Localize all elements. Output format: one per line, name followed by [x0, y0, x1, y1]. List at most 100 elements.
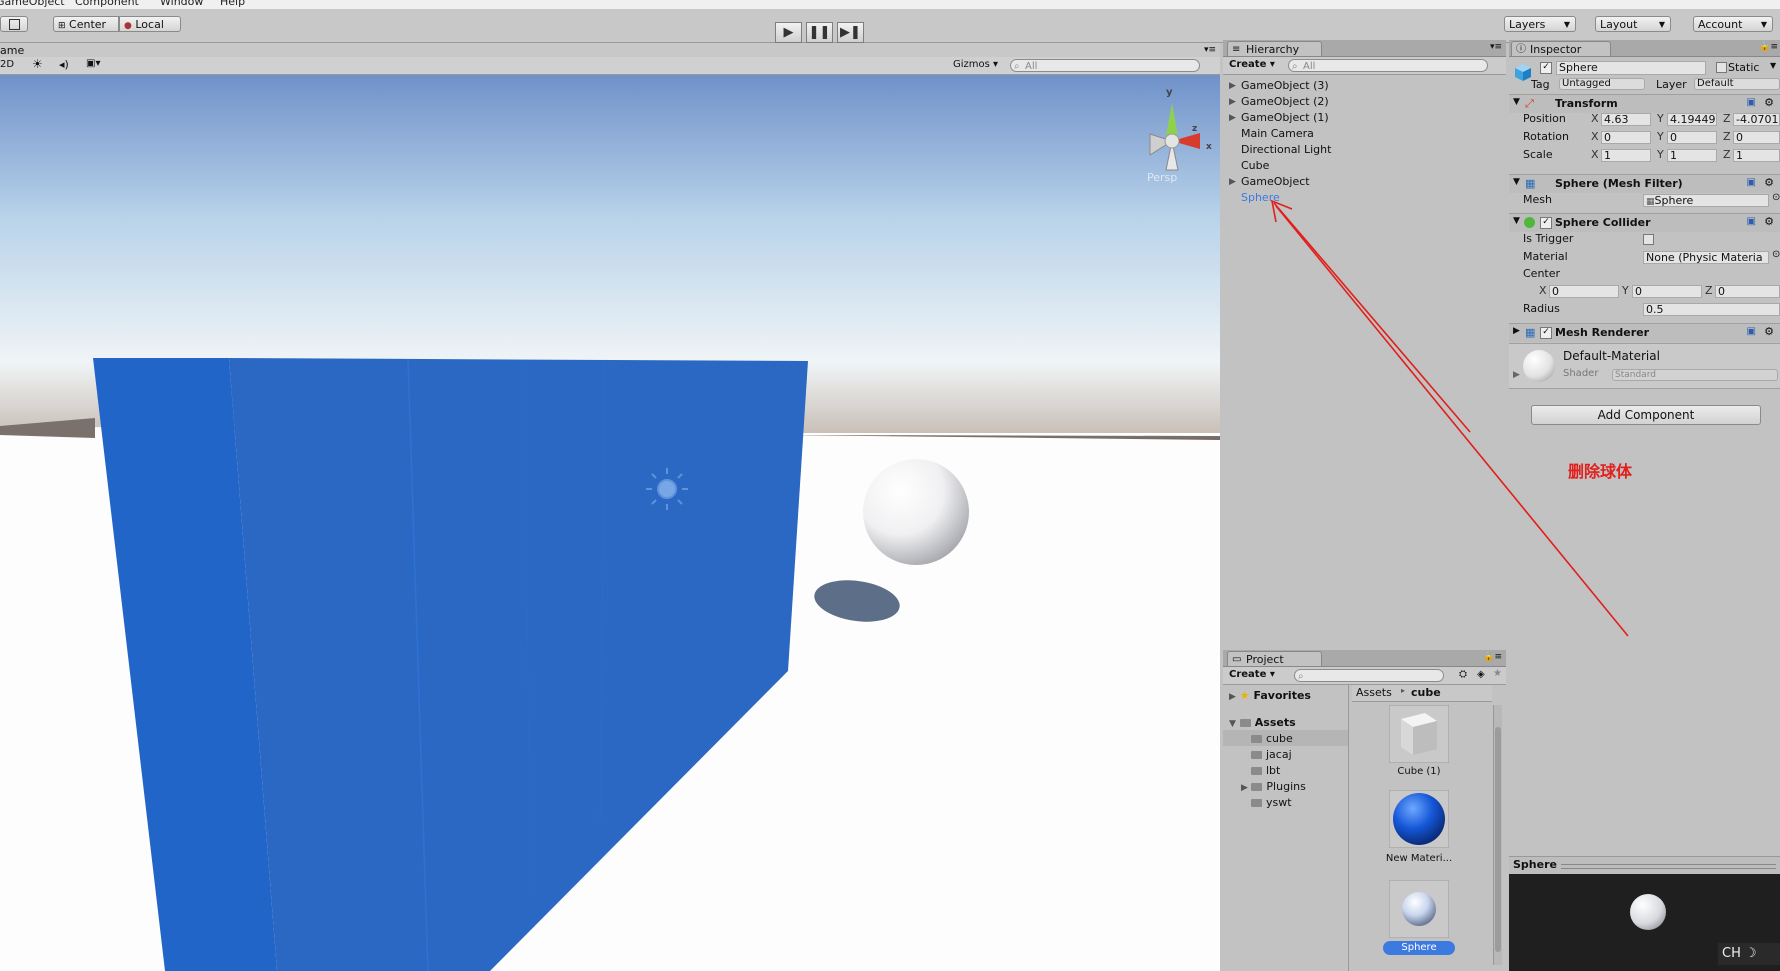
hierarchy-create-button[interactable]: Create ▾ — [1229, 59, 1275, 70]
project-create-button[interactable]: Create ▾ — [1229, 669, 1275, 680]
mode-2d-toggle[interactable]: 2D — [0, 59, 14, 70]
breadcrumb-cube[interactable]: cube — [1411, 686, 1441, 699]
material-preview-sphere[interactable] — [1523, 350, 1555, 382]
help-icon[interactable]: ▣ — [1747, 216, 1756, 227]
expand-arrow-icon[interactable]: ▶ — [1513, 326, 1520, 336]
folder-item[interactable]: jacaj — [1251, 748, 1292, 761]
position-y-input[interactable]: 4.19449 — [1667, 113, 1717, 126]
scene-search-input[interactable]: ⌕ All — [1010, 59, 1200, 72]
position-z-input[interactable]: -4.0701 — [1733, 113, 1780, 126]
static-checkbox[interactable] — [1716, 62, 1727, 73]
position-x-input[interactable]: 4.63 — [1601, 113, 1651, 126]
is-trigger-checkbox[interactable] — [1643, 234, 1654, 245]
ime-indicator[interactable]: CH ☽ — [1718, 943, 1780, 965]
panel-menu-icon[interactable]: ▾≡ — [1490, 42, 1502, 52]
rotation-x-input[interactable]: 0 — [1601, 131, 1651, 144]
mesh-renderer-header[interactable]: ▶ ▦ ✓ Mesh Renderer ▣ ⚙ — [1509, 323, 1780, 342]
layers-dropdown[interactable]: Layers ▼ — [1504, 16, 1576, 32]
project-search-input[interactable]: ⌕ — [1294, 669, 1444, 682]
expand-arrow-icon[interactable]: ▶ — [1229, 94, 1236, 110]
object-name-input[interactable]: Sphere — [1556, 61, 1706, 75]
hierarchy-item[interactable]: ▶ GameObject (2) — [1229, 94, 1329, 110]
scrollbar-thumb[interactable] — [1495, 727, 1501, 952]
radius-input[interactable]: 0.5 — [1643, 303, 1780, 316]
expand-arrow-icon[interactable]: ▶ — [1229, 110, 1236, 126]
asset-tile-selected[interactable] — [1388, 879, 1450, 939]
layer-dropdown[interactable]: Default — [1694, 78, 1780, 90]
filter-label-icon[interactable]: ◈ — [1477, 669, 1485, 680]
help-icon[interactable]: ▣ — [1747, 177, 1756, 188]
project-scrollbar[interactable] — [1493, 705, 1502, 965]
sphere-collider-header[interactable]: ▼ ✓ Sphere Collider ▣ ⚙ — [1509, 213, 1780, 232]
active-checkbox[interactable]: ✓ — [1540, 62, 1552, 74]
filter-type-icon[interactable]: ⛭ — [1459, 669, 1467, 680]
mesh-object-field[interactable]: ▦Sphere — [1643, 194, 1769, 207]
tab-hierarchy[interactable]: ≡ Hierarchy — [1227, 41, 1322, 56]
favorites-item[interactable]: ▶ ★ Favorites — [1229, 689, 1311, 702]
image-effects-icon[interactable]: ▣▾ — [86, 58, 100, 69]
pause-button[interactable]: ❚❚ — [806, 22, 833, 43]
rect-tool-button[interactable] — [0, 16, 28, 32]
chevron-down-icon[interactable]: ▼ — [1770, 61, 1776, 70]
hierarchy-item[interactable]: ▶ GameObject (3) — [1229, 78, 1329, 94]
hierarchy-item[interactable]: Main Camera — [1241, 126, 1314, 142]
star-icon[interactable]: ★ — [1493, 668, 1502, 679]
expand-arrow-icon[interactable]: ▼ — [1229, 719, 1236, 729]
collapse-arrow-icon[interactable]: ▼ — [1513, 216, 1520, 226]
asset-tile[interactable] — [1388, 704, 1450, 764]
expand-arrow-icon[interactable]: ▶ — [1241, 783, 1248, 793]
asset-tile[interactable] — [1388, 789, 1450, 849]
scene-viewport[interactable]: y z x Persp — [0, 43, 1220, 971]
help-icon[interactable]: ▣ — [1747, 326, 1756, 337]
hierarchy-search-input[interactable]: ⌕ All — [1288, 59, 1488, 72]
scale-z-input[interactable]: 1 — [1733, 149, 1780, 162]
hierarchy-item-selected[interactable]: Sphere — [1241, 190, 1280, 206]
tab-project[interactable]: ▭ Project — [1227, 651, 1322, 666]
layout-dropdown[interactable]: Layout ▼ — [1595, 16, 1671, 32]
folder-item[interactable]: lbt — [1251, 764, 1280, 777]
center-z-input[interactable]: 0 — [1715, 285, 1780, 298]
help-icon[interactable]: ▣ — [1747, 97, 1756, 108]
gear-icon[interactable]: ⚙ — [1764, 325, 1774, 338]
expand-arrow-icon[interactable]: ▶ — [1513, 370, 1520, 380]
rotation-y-input[interactable]: 0 — [1667, 131, 1717, 144]
hierarchy-item[interactable]: Cube — [1241, 158, 1269, 174]
pivot-local-button[interactable]: ● Local — [119, 16, 181, 32]
resize-handle[interactable] — [1561, 864, 1776, 869]
scale-y-input[interactable]: 1 — [1667, 149, 1717, 162]
renderer-enabled-checkbox[interactable]: ✓ — [1540, 327, 1552, 339]
panel-menu-icon[interactable]: ▾≡ — [1204, 45, 1216, 55]
menu-window[interactable]: Window — [160, 0, 203, 8]
expand-arrow-icon[interactable]: ▶ — [1229, 174, 1236, 190]
collider-enabled-checkbox[interactable]: ✓ — [1540, 217, 1552, 229]
sun-icon[interactable]: ☀ — [32, 57, 43, 71]
rotation-z-input[interactable]: 0 — [1733, 131, 1780, 144]
expand-arrow-icon[interactable]: ▶ — [1229, 78, 1236, 94]
audio-icon[interactable]: ◂) — [59, 58, 69, 71]
step-button[interactable]: ▶❚ — [837, 22, 864, 43]
gear-icon[interactable]: ⚙ — [1764, 176, 1774, 189]
collapse-arrow-icon[interactable]: ▼ — [1513, 97, 1520, 107]
sphere-object[interactable] — [863, 459, 969, 565]
gear-icon[interactable]: ⚙ — [1764, 96, 1774, 109]
scene-tab-label[interactable]: ame — [0, 44, 24, 57]
menu-gameobject[interactable]: GameObject — [0, 0, 65, 8]
tab-inspector[interactable]: ⓘ Inspector — [1511, 41, 1611, 56]
object-picker-icon[interactable]: ⊙ — [1772, 249, 1780, 260]
pivot-center-button[interactable]: ⊞ Center — [53, 16, 119, 32]
assets-item[interactable]: ▼ Assets — [1229, 716, 1296, 729]
breadcrumb-assets[interactable]: Assets — [1356, 686, 1392, 699]
folder-item[interactable]: cube — [1251, 732, 1293, 745]
scale-x-input[interactable]: 1 — [1601, 149, 1651, 162]
folder-item[interactable]: ▶ Plugins — [1241, 780, 1306, 793]
mesh-filter-header[interactable]: ▼ ▦ Sphere (Mesh Filter) ▣ ⚙ — [1509, 174, 1780, 193]
shader-dropdown[interactable]: Standard — [1612, 369, 1778, 381]
collapse-arrow-icon[interactable]: ▼ — [1513, 177, 1520, 187]
scene-view[interactable]: y z x Persp — [0, 43, 1220, 971]
object-picker-icon[interactable]: ⊙ — [1772, 192, 1780, 203]
expand-arrow-icon[interactable]: ▶ — [1229, 692, 1236, 702]
lock-icon[interactable]: 🔒≡ — [1483, 652, 1502, 662]
hierarchy-item[interactable]: ▶ GameObject (1) — [1229, 110, 1329, 126]
preview-header[interactable]: Sphere — [1509, 856, 1780, 874]
collider-material-field[interactable]: None (Physic Materia — [1643, 251, 1769, 264]
